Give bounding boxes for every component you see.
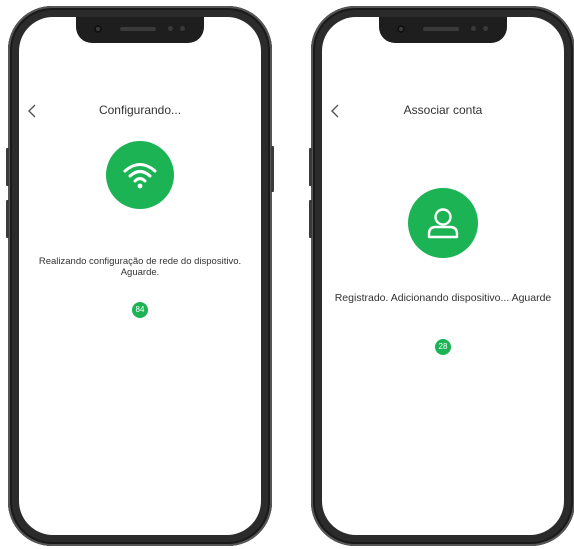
- status-message: Realizando configuração de rede do dispo…: [38, 256, 242, 278]
- screen-configuring: Configurando... Realizando configuração …: [19, 17, 261, 535]
- power-button: [271, 146, 274, 192]
- volume-up-button: [309, 148, 312, 186]
- notch: [379, 17, 507, 43]
- earpiece-speaker: [120, 27, 156, 31]
- screen-associate-account: Associar conta Registrado. Adicionando d…: [322, 17, 564, 535]
- status-circle: [408, 188, 478, 258]
- stage: Configurando... Realizando configuração …: [0, 0, 574, 549]
- notch: [76, 17, 204, 43]
- volume-down-button: [6, 200, 9, 238]
- front-camera: [397, 25, 405, 33]
- sensor: [471, 26, 476, 31]
- volume-up-button: [6, 148, 9, 186]
- earpiece-speaker: [423, 27, 459, 31]
- user-icon: [427, 208, 459, 239]
- header: Configurando...: [19, 101, 261, 121]
- page-title: Associar conta: [403, 103, 483, 117]
- phone-frame-left: Configurando... Realizando configuração …: [6, 6, 274, 546]
- progress-badge: 28: [435, 339, 451, 355]
- header: Associar conta: [322, 101, 564, 121]
- sensor: [483, 26, 488, 31]
- front-camera: [94, 25, 102, 33]
- wifi-icon: [123, 163, 157, 189]
- sensor: [168, 26, 173, 31]
- sensor: [180, 26, 185, 31]
- status-circle: [106, 141, 174, 209]
- progress-badge: 84: [132, 302, 148, 318]
- page-title: Configurando...: [98, 103, 182, 117]
- phone-frame-right: Associar conta Registrado. Adicionando d…: [309, 6, 574, 546]
- volume-down-button: [309, 200, 312, 238]
- status-message: Registrado. Adicionando dispositivo... A…: [334, 292, 552, 304]
